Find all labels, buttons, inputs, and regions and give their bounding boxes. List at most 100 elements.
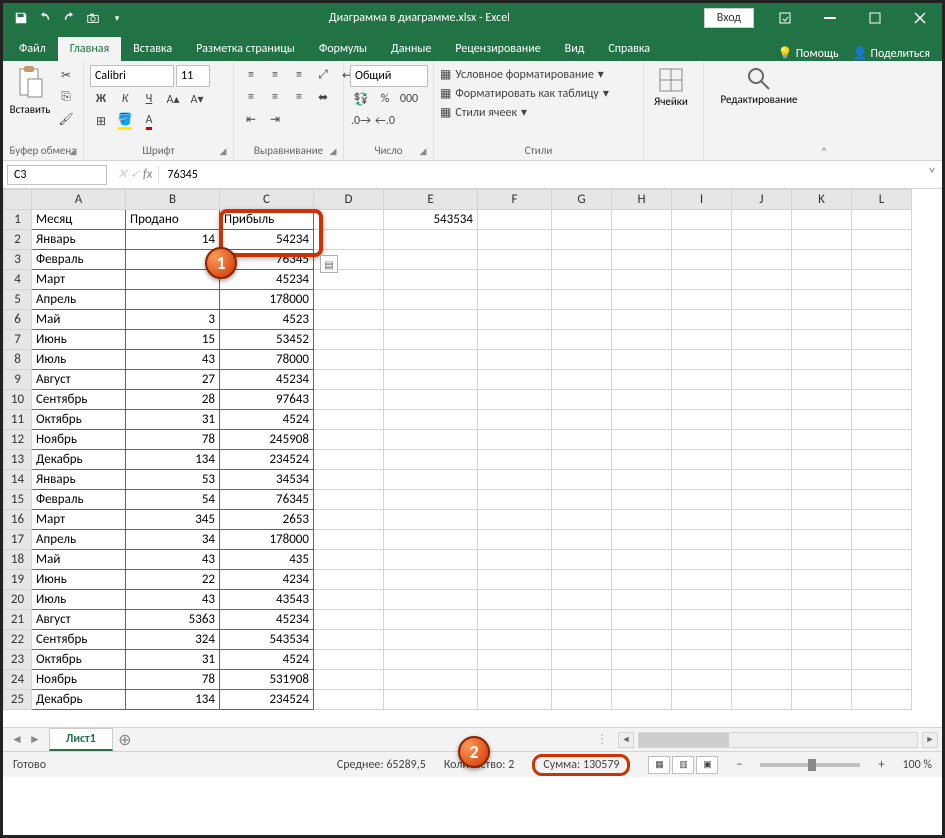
cell-A19[interactable]: Июнь [32,570,126,590]
cell-I11[interactable] [672,410,732,430]
cell-G4[interactable] [552,270,612,290]
cell-styles-button[interactable]: ▦ Стили ячеек ▾ [440,105,609,120]
page-break-view-icon[interactable]: ▣ [696,756,718,774]
cell-L3[interactable] [852,250,912,270]
cell-F21[interactable] [478,610,552,630]
italic-button[interactable]: К [114,89,136,109]
align-middle-icon[interactable]: ≡ [264,65,286,85]
cell-F7[interactable] [478,330,552,350]
formula-input[interactable]: 76345 [158,166,922,184]
zoom-level[interactable]: 100 % [902,758,932,772]
column-header-J[interactable]: J [732,190,792,210]
cell-C5[interactable]: 178000 [220,290,314,310]
tab-insert[interactable]: Вставка [121,37,184,61]
ribbon-options-icon[interactable] [762,3,807,33]
minimize-button[interactable] [807,3,852,33]
cell-C17[interactable]: 178000 [220,530,314,550]
row-header-17[interactable]: 17 [4,530,32,550]
cell-E11[interactable] [384,410,478,430]
cell-J24[interactable] [732,670,792,690]
cell-J19[interactable] [732,570,792,590]
cell-L5[interactable] [852,290,912,310]
cell-F15[interactable] [478,490,552,510]
cell-G3[interactable] [552,250,612,270]
cell-I18[interactable] [672,550,732,570]
cell-D19[interactable] [314,570,384,590]
cell-B11[interactable]: 31 [126,410,220,430]
cell-H12[interactable] [612,430,672,450]
tab-data[interactable]: Данные [379,37,443,61]
row-header-5[interactable]: 5 [4,290,32,310]
merge-icon[interactable]: ⬌ [312,87,334,107]
cell-I5[interactable] [672,290,732,310]
save-icon[interactable] [11,8,31,28]
enter-formula-icon[interactable]: ✓ [130,167,141,182]
add-sheet-button[interactable]: ⊕ [113,730,137,750]
cancel-formula-icon[interactable]: ✕ [117,167,128,182]
column-header-A[interactable]: A [32,190,126,210]
cell-H17[interactable] [612,530,672,550]
increase-font-icon[interactable]: A▴ [162,89,184,109]
cell-D1[interactable] [314,210,384,230]
row-header-7[interactable]: 7 [4,330,32,350]
cell-C25[interactable]: 234524 [220,690,314,710]
cell-F24[interactable] [478,670,552,690]
cell-G12[interactable] [552,430,612,450]
cell-B12[interactable]: 78 [126,430,220,450]
cell-K8[interactable] [792,350,852,370]
cell-D2[interactable] [314,230,384,250]
column-header-B[interactable]: B [126,190,220,210]
cell-J13[interactable] [732,450,792,470]
close-button[interactable] [897,3,942,33]
cell-J9[interactable] [732,370,792,390]
cell-A7[interactable]: Июнь [32,330,126,350]
cell-F10[interactable] [478,390,552,410]
cell-J6[interactable] [732,310,792,330]
zoom-slider[interactable] [760,763,860,767]
cell-B6[interactable]: 3 [126,310,220,330]
cell-B9[interactable]: 27 [126,370,220,390]
cell-A13[interactable]: Декабрь [32,450,126,470]
cell-B15[interactable]: 54 [126,490,220,510]
cell-J8[interactable] [732,350,792,370]
cell-F4[interactable] [478,270,552,290]
cell-G6[interactable] [552,310,612,330]
tab-file[interactable]: Файл [7,37,58,61]
cell-A9[interactable]: Август [32,370,126,390]
cell-B23[interactable]: 31 [126,650,220,670]
cell-H25[interactable] [612,690,672,710]
cell-J25[interactable] [732,690,792,710]
tell-me-button[interactable]: 💡 Помощь [778,46,839,61]
cell-I15[interactable] [672,490,732,510]
row-header-1[interactable]: 1 [4,210,32,230]
cell-G5[interactable] [552,290,612,310]
cell-L7[interactable] [852,330,912,350]
cell-L20[interactable] [852,590,912,610]
cell-C7[interactable]: 53452 [220,330,314,350]
cell-C15[interactable]: 76345 [220,490,314,510]
cell-L25[interactable] [852,690,912,710]
cell-E7[interactable] [384,330,478,350]
cell-A20[interactable]: Июль [32,590,126,610]
cell-E20[interactable] [384,590,478,610]
cell-K3[interactable] [792,250,852,270]
cell-D18[interactable] [314,550,384,570]
cell-B20[interactable]: 43 [126,590,220,610]
worksheet-grid[interactable]: ABCDEFGHIJKL1МесяцПроданоПрибыль5435342Я… [3,189,942,727]
row-header-20[interactable]: 20 [4,590,32,610]
cell-I4[interactable] [672,270,732,290]
cell-F17[interactable] [478,530,552,550]
cell-E23[interactable] [384,650,478,670]
cell-D6[interactable] [314,310,384,330]
cell-G11[interactable] [552,410,612,430]
row-header-18[interactable]: 18 [4,550,32,570]
font-launcher-icon[interactable]: ◢ [217,146,229,158]
cell-G22[interactable] [552,630,612,650]
cell-A14[interactable]: Январь [32,470,126,490]
cell-L15[interactable] [852,490,912,510]
cell-L21[interactable] [852,610,912,630]
cell-K17[interactable] [792,530,852,550]
cell-G13[interactable] [552,450,612,470]
cell-D12[interactable] [314,430,384,450]
cell-K2[interactable] [792,230,852,250]
